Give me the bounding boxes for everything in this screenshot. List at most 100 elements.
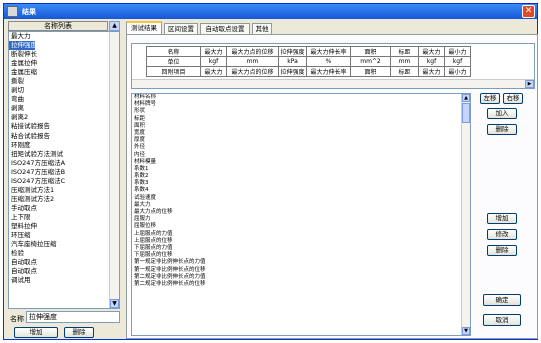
parameter-list-item[interactable]: 材料牌号 bbox=[132, 101, 470, 108]
scroll-right-icon[interactable]: ▶ bbox=[525, 80, 534, 88]
parameter-list-item[interactable]: 最大力点的位移 bbox=[132, 209, 470, 216]
grid-cell[interactable]: 最小力 bbox=[444, 66, 471, 77]
name-list-item[interactable]: 检验 bbox=[9, 249, 119, 258]
parameter-list-item[interactable]: 形状 bbox=[132, 108, 470, 115]
name-list-item[interactable]: 压缩测试方法1 bbox=[9, 186, 119, 195]
scrollbar-thumb[interactable] bbox=[462, 103, 470, 123]
parameter-list-item[interactable]: 最大力 bbox=[132, 202, 470, 209]
name-list-item[interactable]: 撕裂 bbox=[9, 77, 119, 86]
name-list-item[interactable]: 自动取点 bbox=[9, 267, 119, 276]
name-list-item[interactable]: 手动取点 bbox=[9, 204, 119, 213]
cancel-button[interactable]: 取消 bbox=[483, 314, 521, 326]
grid-header-cell: 最大力 bbox=[418, 46, 445, 57]
name-list-item[interactable]: 自动取点 bbox=[9, 258, 119, 267]
grid-header-cell: 拉伸强度 bbox=[278, 46, 307, 57]
parameter-list-item[interactable]: 材料名称 bbox=[132, 94, 470, 101]
grid-cell[interactable]: 最大力伸长率 bbox=[306, 66, 351, 77]
tab-test-results[interactable]: 测试结果 bbox=[126, 21, 162, 34]
remove-column-button[interactable]: 删除 bbox=[487, 124, 517, 135]
parameter-list-item[interactable]: 系数3 bbox=[132, 180, 470, 187]
delete-name-button[interactable]: 删除 bbox=[64, 327, 94, 338]
grid-item-row[interactable]: 回附项目 最大力 最大力点的位移 拉伸强度 最大力伸长率 面积 标距 最大力 最… bbox=[146, 66, 471, 77]
grid-cell[interactable]: % bbox=[306, 56, 351, 67]
name-list-item[interactable]: 断裂伸长 bbox=[9, 50, 119, 59]
parameter-list-item[interactable]: 屈服位移 bbox=[132, 223, 470, 230]
parameter-list-item[interactable]: 下屈服点的力值 bbox=[132, 245, 470, 252]
close-icon[interactable]: ✕ bbox=[522, 5, 535, 18]
name-list-item[interactable]: ISO247方压缩法B bbox=[9, 168, 119, 177]
parameter-list-item[interactable]: 系数1 bbox=[132, 166, 470, 173]
parameter-list-item[interactable]: 试验速度 bbox=[132, 195, 470, 202]
name-list-item[interactable]: 压缩测试方法2 bbox=[9, 195, 119, 204]
grid-cell[interactable]: mm bbox=[226, 56, 279, 67]
name-list-item[interactable]: 拉伸强度 bbox=[9, 41, 37, 51]
delete-parameter-button[interactable]: 删除 bbox=[487, 245, 517, 256]
parameter-list-item[interactable]: 外径 bbox=[132, 144, 470, 151]
ok-button[interactable]: 确定 bbox=[483, 294, 521, 306]
name-list-item[interactable]: ISO247方压缩法C bbox=[9, 177, 119, 186]
name-list-item[interactable]: 金属拉伸 bbox=[9, 59, 119, 68]
parameter-list-item[interactable]: 第一规定非比例伸长点的力值 bbox=[132, 259, 470, 266]
scroll-up-icon[interactable]: ▲ bbox=[462, 94, 470, 102]
add-name-button[interactable]: 增加 bbox=[14, 327, 58, 338]
name-list-scrollbar[interactable]: ▼ bbox=[109, 32, 119, 308]
name-list-item[interactable]: 上下限 bbox=[9, 213, 119, 222]
grid-cell[interactable]: kPa bbox=[278, 56, 307, 67]
scroll-down-icon[interactable]: ▼ bbox=[462, 327, 470, 335]
name-list-item[interactable]: 塑料拉伸 bbox=[9, 222, 119, 231]
parameter-list-item[interactable]: 上屈服点的力值 bbox=[132, 231, 470, 238]
parameter-list-item[interactable]: 标距 bbox=[132, 116, 470, 123]
grid-cell[interactable]: mm bbox=[390, 56, 419, 67]
grid-cell[interactable]: 面积 bbox=[350, 66, 391, 77]
add-parameter-button[interactable]: 增加 bbox=[487, 213, 517, 224]
name-input[interactable]: 拉伸强度 bbox=[26, 311, 120, 323]
name-list-item[interactable]: 调试用 bbox=[9, 276, 119, 285]
name-list-item[interactable]: 汽车座椅拉压缩 bbox=[9, 240, 119, 249]
grid-cell[interactable]: kgf bbox=[444, 56, 471, 67]
name-list-item[interactable]: 金属压缩 bbox=[9, 68, 119, 77]
name-list-item[interactable]: 剥切 bbox=[9, 86, 119, 95]
parameter-list-item[interactable]: 材料模量 bbox=[132, 159, 470, 166]
parameter-list-item[interactable]: 系数4 bbox=[132, 187, 470, 194]
grid-horizontal-scrollbar[interactable]: ▶ bbox=[132, 79, 534, 88]
grid-unit-row[interactable]: 单位 kgf mm kPa % mm^2 mm kgf kgf bbox=[146, 56, 471, 67]
name-list-item[interactable]: 环压缩 bbox=[9, 231, 119, 240]
grid-cell[interactable]: 单位 bbox=[146, 56, 201, 67]
tab-interval-settings[interactable]: 区间设置 bbox=[164, 23, 198, 34]
parameter-list-scrollbar[interactable]: ▲ ▼ bbox=[461, 94, 470, 335]
grid-cell[interactable]: 最大力 bbox=[200, 66, 227, 77]
edit-parameter-button[interactable]: 修改 bbox=[487, 229, 517, 240]
parameter-list-item[interactable]: 上屈服点的位移 bbox=[132, 238, 470, 245]
collapse-arrow-icon[interactable]: ▲ bbox=[109, 21, 120, 31]
grid-cell[interactable]: kgf bbox=[418, 56, 445, 67]
name-list-item[interactable]: ISO247方压缩法A bbox=[9, 159, 119, 168]
name-list-item[interactable]: 环刚度 bbox=[9, 141, 119, 150]
move-left-button[interactable]: 左移 bbox=[480, 93, 500, 104]
grid-cell[interactable]: kgf bbox=[200, 56, 227, 67]
parameter-list-item[interactable]: 内径 bbox=[132, 152, 470, 159]
parameter-list-item[interactable]: 第二规定非比例伸长点的力值 bbox=[132, 274, 470, 281]
tab-auto-point-settings[interactable]: 自动取点设置 bbox=[200, 23, 250, 34]
grid-cell[interactable]: 标距 bbox=[390, 66, 419, 77]
tab-other[interactable]: 其他 bbox=[252, 23, 272, 34]
parameter-list-item[interactable]: 面积 bbox=[132, 123, 470, 130]
name-list-item[interactable]: 粘接试验报告 bbox=[9, 122, 119, 131]
add-column-button[interactable]: 加入 bbox=[487, 108, 517, 119]
parameter-list-item[interactable]: 屈服力 bbox=[132, 216, 470, 223]
name-list-item[interactable]: 最大力 bbox=[9, 32, 119, 41]
name-list-item[interactable]: 弯曲 bbox=[9, 95, 119, 104]
grid-cell[interactable]: 回附项目 bbox=[146, 66, 201, 77]
name-list-item[interactable]: 粘合试验报告 bbox=[9, 132, 119, 141]
parameter-list-item[interactable]: 第二规定非比例伸长点的位移 bbox=[132, 281, 470, 288]
parameter-list-item[interactable]: 厚度 bbox=[132, 137, 470, 144]
grid-cell[interactable]: 拉伸强度 bbox=[278, 66, 307, 77]
scroll-down-icon[interactable]: ▼ bbox=[110, 299, 119, 308]
name-list-item[interactable]: 扭矩试验方法测试 bbox=[9, 150, 119, 159]
grid-cell[interactable]: 最大力 bbox=[418, 66, 445, 77]
parameter-list-item[interactable]: 宽度 bbox=[132, 130, 470, 137]
parameter-list-item[interactable]: 第一规定非比例伸长点的位移 bbox=[132, 267, 470, 274]
grid-cell[interactable]: 最大力点的位移 bbox=[226, 66, 279, 77]
move-right-button[interactable]: 右移 bbox=[503, 93, 523, 104]
grid-cell[interactable]: mm^2 bbox=[350, 56, 391, 67]
parameter-list-item[interactable]: 系数2 bbox=[132, 173, 470, 180]
